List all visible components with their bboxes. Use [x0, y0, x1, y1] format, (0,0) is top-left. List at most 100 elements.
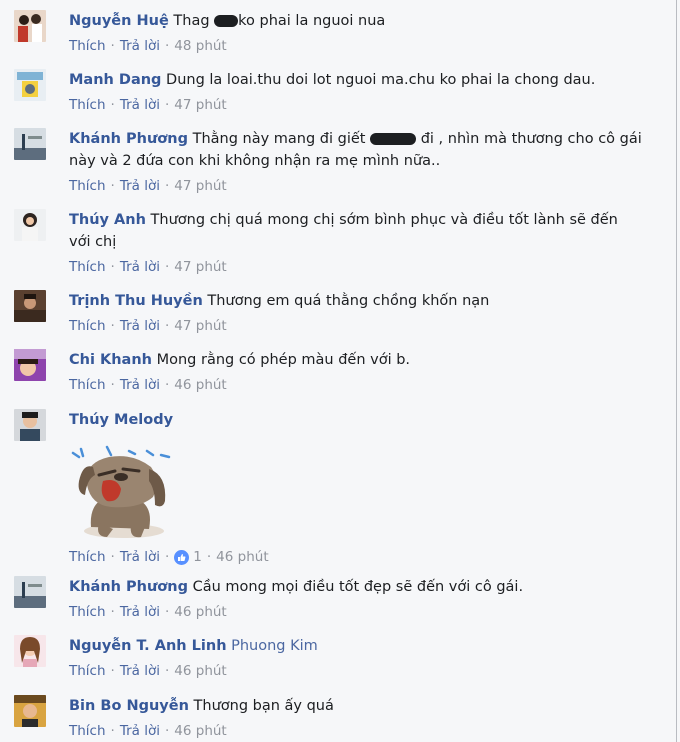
separator: ·: [111, 375, 115, 395]
comment-content-end: đi , nhìn mà thương cho cô gái: [416, 131, 642, 147]
comment-body: Manh Dang Dung la loai.thu doi lot nguoi…: [69, 69, 659, 115]
commenter-name[interactable]: Khánh Phương: [69, 579, 188, 595]
avatar[interactable]: [14, 10, 46, 42]
like-link[interactable]: Thích: [69, 176, 106, 196]
comment-text: Chi Khanh Mong rằng có phép màu đến với …: [69, 349, 659, 371]
comment-content-end: ko phai la nguoi nua: [238, 13, 385, 29]
like-link[interactable]: Thích: [69, 375, 106, 395]
timestamp[interactable]: 48 phút: [174, 36, 226, 56]
comment-actions: Thích · Trả lời · 1 · 46 phút: [69, 547, 659, 567]
comment-body: Nguyễn T. Anh Linh Phuong Kim Thích · Tr…: [69, 635, 659, 681]
reply-link[interactable]: Trả lời: [120, 547, 160, 567]
timestamp[interactable]: 47 phút: [174, 95, 226, 115]
comment-content: Thương chị quá mong chị sớm bình phục và…: [151, 212, 618, 228]
commenter-name[interactable]: Nguyễn T. Anh Linh: [69, 638, 227, 654]
comment-content: Thag: [173, 13, 214, 29]
commenter-name[interactable]: Nguyễn Huệ: [69, 13, 169, 29]
commenter-name[interactable]: Khánh Phương: [69, 131, 188, 147]
reply-link[interactable]: Trả lời: [120, 375, 160, 395]
like-link[interactable]: Thích: [69, 316, 106, 336]
timestamp[interactable]: 46 phút: [174, 661, 226, 681]
comment-actions: Thích · Trả lời · 47 phút: [69, 95, 659, 115]
separator: ·: [111, 176, 115, 196]
reaction-count-number: 1: [193, 547, 202, 567]
timestamp[interactable]: 47 phút: [174, 316, 226, 336]
censor-scribble: [370, 133, 416, 145]
like-link[interactable]: Thích: [69, 721, 106, 741]
comment-text: Nguyễn T. Anh Linh Phuong Kim: [69, 635, 659, 657]
like-link[interactable]: Thích: [69, 547, 106, 567]
comment-content: Thương em quá thằng chồng khốn nạn: [207, 293, 489, 309]
avatar[interactable]: [14, 409, 46, 441]
comment-body: Bin Bo Nguyễn Thương bạn ấy quá Thích · …: [69, 695, 659, 741]
avatar[interactable]: [14, 349, 46, 381]
commenter-name[interactable]: Manh Dang: [69, 72, 161, 88]
comment-actions: Thích · Trả lời · 46 phút: [69, 721, 659, 741]
like-link[interactable]: Thích: [69, 661, 106, 681]
separator: ·: [165, 602, 169, 622]
commenter-name[interactable]: Chi Khanh: [69, 352, 152, 368]
like-link[interactable]: Thích: [69, 602, 106, 622]
avatar[interactable]: [14, 695, 46, 727]
comment-text: Thúy Anh Thương chị quá mong chị sớm bìn…: [69, 209, 659, 253]
reply-link[interactable]: Trả lời: [120, 36, 160, 56]
comment-body: Thúy Melody Th: [69, 409, 659, 567]
reply-link[interactable]: Trả lời: [120, 95, 160, 115]
separator: ·: [111, 316, 115, 336]
reply-link[interactable]: Trả lời: [120, 721, 160, 741]
like-link[interactable]: Thích: [69, 36, 106, 56]
separator: ·: [165, 95, 169, 115]
separator: ·: [165, 375, 169, 395]
avatar[interactable]: [14, 635, 46, 667]
comment-actions: Thích · Trả lời · 47 phút: [69, 176, 659, 196]
timestamp[interactable]: 46 phút: [174, 375, 226, 395]
comment-body: Nguyễn Huệ Thag ko phai la nguoi nua Thí…: [69, 10, 659, 56]
separator: ·: [111, 257, 115, 277]
comment-text: Nguyễn Huệ Thag ko phai la nguoi nua: [69, 10, 659, 32]
separator: ·: [165, 257, 169, 277]
comment-actions: Thích · Trả lời · 46 phút: [69, 375, 659, 395]
reaction-count[interactable]: 1: [174, 547, 202, 567]
comment-content-line2: này và 2 đứa con khi không nhận ra mẹ mì…: [69, 153, 440, 169]
separator: ·: [111, 602, 115, 622]
censor-scribble: [214, 15, 238, 27]
commenter-name[interactable]: Trịnh Thu Huyền: [69, 293, 203, 309]
like-link[interactable]: Thích: [69, 257, 106, 277]
reply-link[interactable]: Trả lời: [120, 661, 160, 681]
comment-content: Dung la loai.thu doi lot nguoi ma.chu ko…: [166, 72, 595, 88]
comment-content: Mong rằng có phép màu đến với b.: [157, 352, 410, 368]
timestamp[interactable]: 46 phút: [216, 547, 268, 567]
comment-content: Thương bạn ấy quá: [194, 698, 334, 714]
avatar[interactable]: [14, 128, 46, 160]
timestamp[interactable]: 46 phút: [174, 721, 226, 741]
commenter-name[interactable]: Thúy Melody: [69, 412, 173, 428]
separator: ·: [165, 721, 169, 741]
comment-list: Nguyễn Huệ Thag ko phai la nguoi nua Thí…: [0, 0, 677, 742]
reply-link[interactable]: Trả lời: [120, 176, 160, 196]
separator: ·: [111, 95, 115, 115]
tagged-user-link[interactable]: Phuong Kim: [231, 638, 318, 654]
reply-link[interactable]: Trả lời: [120, 316, 160, 336]
commenter-name[interactable]: Thúy Anh: [69, 212, 146, 228]
comment-text: Manh Dang Dung la loai.thu doi lot nguoi…: [69, 69, 659, 91]
commenter-name[interactable]: Bin Bo Nguyễn: [69, 698, 189, 714]
avatar[interactable]: [14, 576, 46, 608]
separator: ·: [111, 36, 115, 56]
timestamp[interactable]: 47 phút: [174, 176, 226, 196]
separator: ·: [111, 721, 115, 741]
avatar[interactable]: [14, 209, 46, 241]
timestamp[interactable]: 46 phút: [174, 602, 226, 622]
avatar[interactable]: [14, 290, 46, 322]
separator: ·: [207, 547, 211, 567]
crying-dog-sticker[interactable]: [69, 445, 179, 545]
comment-actions: Thích · Trả lời · 46 phút: [69, 602, 659, 622]
thumbs-up-icon: [174, 550, 189, 565]
comment-content: Thằng này mang đi giết: [193, 131, 371, 147]
reply-link[interactable]: Trả lời: [120, 257, 160, 277]
avatar[interactable]: [14, 69, 46, 101]
like-link[interactable]: Thích: [69, 95, 106, 115]
separator: ·: [111, 547, 115, 567]
comment-actions: Thích · Trả lời · 48 phút: [69, 36, 659, 56]
reply-link[interactable]: Trả lời: [120, 602, 160, 622]
timestamp[interactable]: 47 phút: [174, 257, 226, 277]
